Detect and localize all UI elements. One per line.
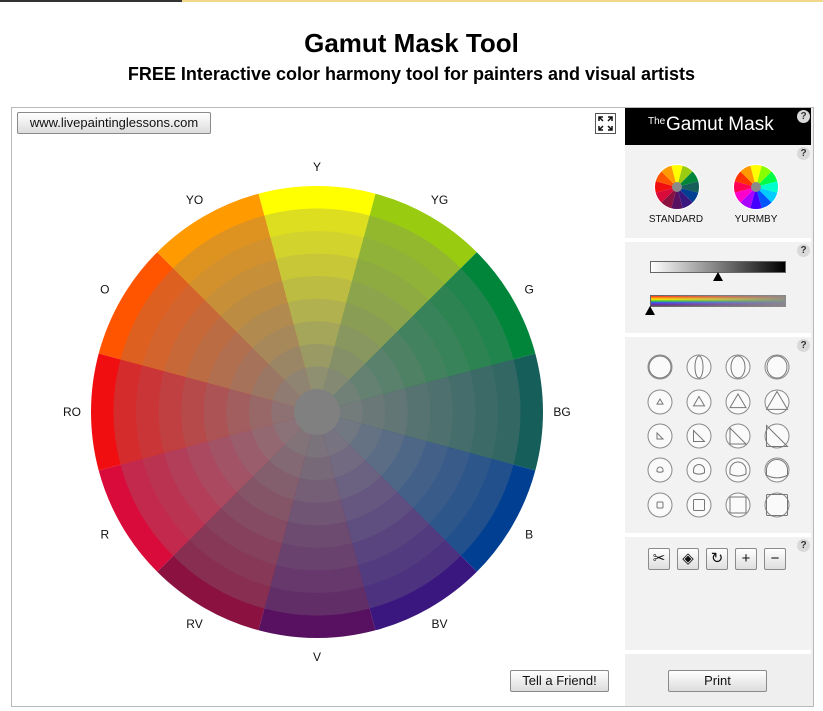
value-slider-thumb[interactable] [713, 272, 723, 281]
large-dome-mask-icon[interactable] [725, 457, 751, 483]
expand-arrows-icon [598, 116, 613, 131]
help-icon[interactable]: ? [797, 147, 810, 160]
wide-ellipse-mask-icon[interactable] [764, 354, 790, 380]
wheel-wedges[interactable] [90, 186, 543, 638]
wheel-label-r: R [100, 528, 109, 542]
wheel-label-o: O [100, 283, 109, 297]
wheel-label-bv: BV [431, 617, 447, 631]
large-right-triangle-mask-icon[interactable] [725, 423, 751, 449]
circle-mask-icon[interactable] [647, 354, 673, 380]
slider-pane: ? [625, 242, 811, 337]
small-triangle-mask-icon[interactable] [647, 389, 673, 415]
tool-pane: ? ✂ ◈ ↻ + − [625, 537, 811, 654]
zoom-in-icon[interactable]: + [735, 548, 757, 570]
ellipse-mask-icon[interactable] [725, 354, 751, 380]
wheel-label-g: G [525, 283, 534, 297]
wheel-label-ro: RO [63, 405, 81, 419]
wheel-label-y: Y [313, 160, 321, 174]
wheel-label-v: V [313, 650, 321, 664]
wheel-label-b: B [525, 528, 533, 542]
standard-wheel-label: STANDARD [648, 214, 704, 225]
page-subtitle: FREE Interactive color harmony tool for … [127, 64, 696, 84]
wheel-label-yo: YO [186, 193, 203, 207]
hue-slider-thumb[interactable] [645, 306, 655, 315]
help-icon[interactable]: ? [797, 339, 810, 352]
help-icon[interactable]: ? [797, 539, 810, 552]
tell-a-friend-button[interactable]: Tell a Friend! [510, 670, 609, 692]
small-dome-mask-icon[interactable] [647, 457, 673, 483]
zoom-out-icon[interactable]: − [764, 548, 786, 570]
wheel-type-pane: ? STANDARD YURMBY [625, 145, 811, 242]
gamut-mask-logo: The Gamut Mask [625, 108, 811, 145]
control-panel: The Gamut Mask ? ? STANDARD YURMBY ? ? ?… [625, 108, 813, 706]
top-strip-tab [0, 0, 182, 2]
logo-name: Gamut Mask [666, 114, 774, 135]
small-right-triangle-mask-icon[interactable] [647, 423, 673, 449]
full-square-mask-icon[interactable] [764, 492, 790, 518]
paint-bucket-icon[interactable]: ◈ [677, 548, 699, 570]
wheel-center[interactable] [294, 389, 340, 435]
print-button[interactable]: Print [668, 670, 767, 692]
right-triangle-mask-icon[interactable] [686, 423, 712, 449]
wheel-label-bg: BG [553, 405, 570, 419]
full-triangle-mask-icon[interactable] [764, 389, 790, 415]
yurmby-wheel-icon[interactable] [732, 163, 780, 211]
rotate-icon[interactable]: ↻ [706, 548, 728, 570]
large-square-mask-icon[interactable] [725, 492, 751, 518]
wheel-label-rv: RV [186, 617, 202, 631]
mask-shape-pane: ? [625, 337, 811, 537]
tool-stage: Y YG G BG B BV V RV R RO O YO www.livepaintinglesso… [11, 107, 814, 707]
full-dome-mask-icon[interactable] [764, 457, 790, 483]
dome-mask-icon[interactable] [686, 457, 712, 483]
help-icon[interactable]: ? [797, 244, 810, 257]
narrow-ellipse-mask-icon[interactable] [686, 354, 712, 380]
standard-wheel-icon[interactable] [653, 163, 701, 211]
scissors-icon[interactable]: ✂ [648, 548, 670, 570]
square-mask-icon[interactable] [686, 492, 712, 518]
small-square-mask-icon[interactable] [647, 492, 673, 518]
wheel-label-yg: YG [431, 193, 448, 207]
full-right-triangle-mask-icon[interactable] [764, 423, 790, 449]
logo-the: The [648, 116, 666, 127]
spectrum-fade [650, 295, 786, 307]
fullscreen-button[interactable] [595, 113, 616, 134]
website-link-button[interactable]: www.livepaintinglessons.com [17, 112, 211, 134]
large-triangle-mask-icon[interactable] [725, 389, 751, 415]
top-strip [0, 0, 823, 2]
help-icon[interactable]: ? [797, 110, 810, 123]
triangle-mask-icon[interactable] [686, 389, 712, 415]
page-title: Gamut Mask Tool [304, 28, 519, 58]
yurmby-wheel-label: YURMBY [734, 214, 778, 225]
color-wheel[interactable]: Y YG G BG B BV V RV R RO O YO [12, 108, 624, 706]
